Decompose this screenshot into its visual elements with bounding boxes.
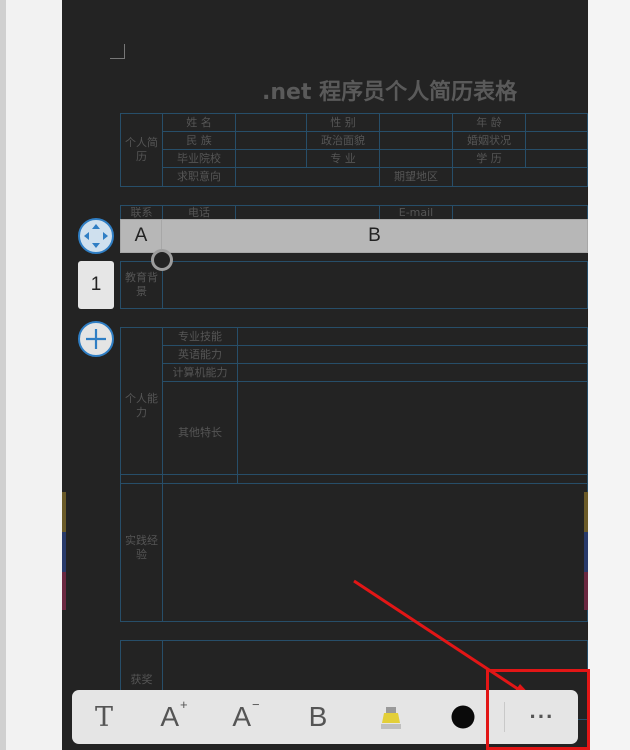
field-label: 学 历 [452,149,526,168]
bold-button[interactable]: B [290,690,346,744]
field-value[interactable] [235,149,307,168]
left-margin [0,0,6,750]
font-increase-icon: A+ [160,697,188,732]
field-label: 毕业院校 [162,149,236,168]
row-header-1[interactable]: 1 [78,261,114,309]
right-margin [588,0,630,750]
page-corner-mark [110,44,125,59]
field-value[interactable] [235,113,307,132]
field-value[interactable] [525,113,588,132]
section-label-personal: 个人简历 [120,113,163,187]
font-size-decrease-button[interactable]: A− [218,690,274,744]
field-value[interactable] [379,131,453,150]
font-size-increase-button[interactable]: A+ [146,690,202,744]
move-table-handle[interactable] [78,218,114,254]
add-row-button[interactable] [78,321,114,357]
font-decrease-icon: A− [232,697,260,732]
field-label: 专 业 [306,149,380,168]
edge-bar [62,572,66,610]
field-value[interactable] [235,167,380,187]
field-label: 求职意向 [162,167,236,187]
highlight-button[interactable] [363,690,419,744]
field-label: 姓 名 [162,113,236,132]
field-value[interactable] [379,149,453,168]
document-title: .net 程序员个人简历表格 [262,80,518,105]
column-header-a[interactable]: A [120,219,162,253]
field-label: 政治面貌 [306,131,380,150]
practice-content[interactable] [162,474,588,622]
selection-handle[interactable] [151,249,173,271]
field-value[interactable] [237,381,588,484]
plus-icon [86,329,106,349]
field-value[interactable] [379,113,453,132]
section-label-ability: 个人能力 [120,327,163,484]
education-content[interactable] [162,261,588,309]
field-label: 婚姻状况 [452,131,526,150]
field-value[interactable] [237,345,588,364]
field-label: 性 别 [306,113,380,132]
field-label: 期望地区 [379,167,453,187]
highlighter-icon [381,707,401,729]
text-style-button[interactable]: T [76,690,132,744]
font-color-button[interactable] [435,690,491,744]
field-label: 年 龄 [452,113,526,132]
section-label-practice: 实践经验 [120,474,163,622]
field-value[interactable] [237,327,588,346]
annotation-highlight-box [486,669,590,750]
color-dot-icon [451,705,475,729]
edge-bar [62,532,66,572]
edge-bar [584,572,588,610]
field-label: 英语能力 [162,345,238,364]
field-value[interactable] [525,149,588,168]
field-label: 民 族 [162,131,236,150]
edge-bar [584,532,588,572]
field-value[interactable] [452,167,588,187]
text-style-icon: T [94,701,113,733]
edge-bar [62,492,66,532]
field-label: 其他特长 [162,381,238,484]
column-header-b[interactable]: B [161,219,588,253]
field-value[interactable] [237,363,588,382]
edge-bar [584,492,588,532]
field-label: 计算机能力 [162,363,238,382]
bold-icon: B [308,701,328,732]
move-arrows-icon [84,224,108,248]
field-label: 专业技能 [162,327,238,346]
field-value[interactable] [235,131,307,150]
field-value[interactable] [525,131,588,150]
